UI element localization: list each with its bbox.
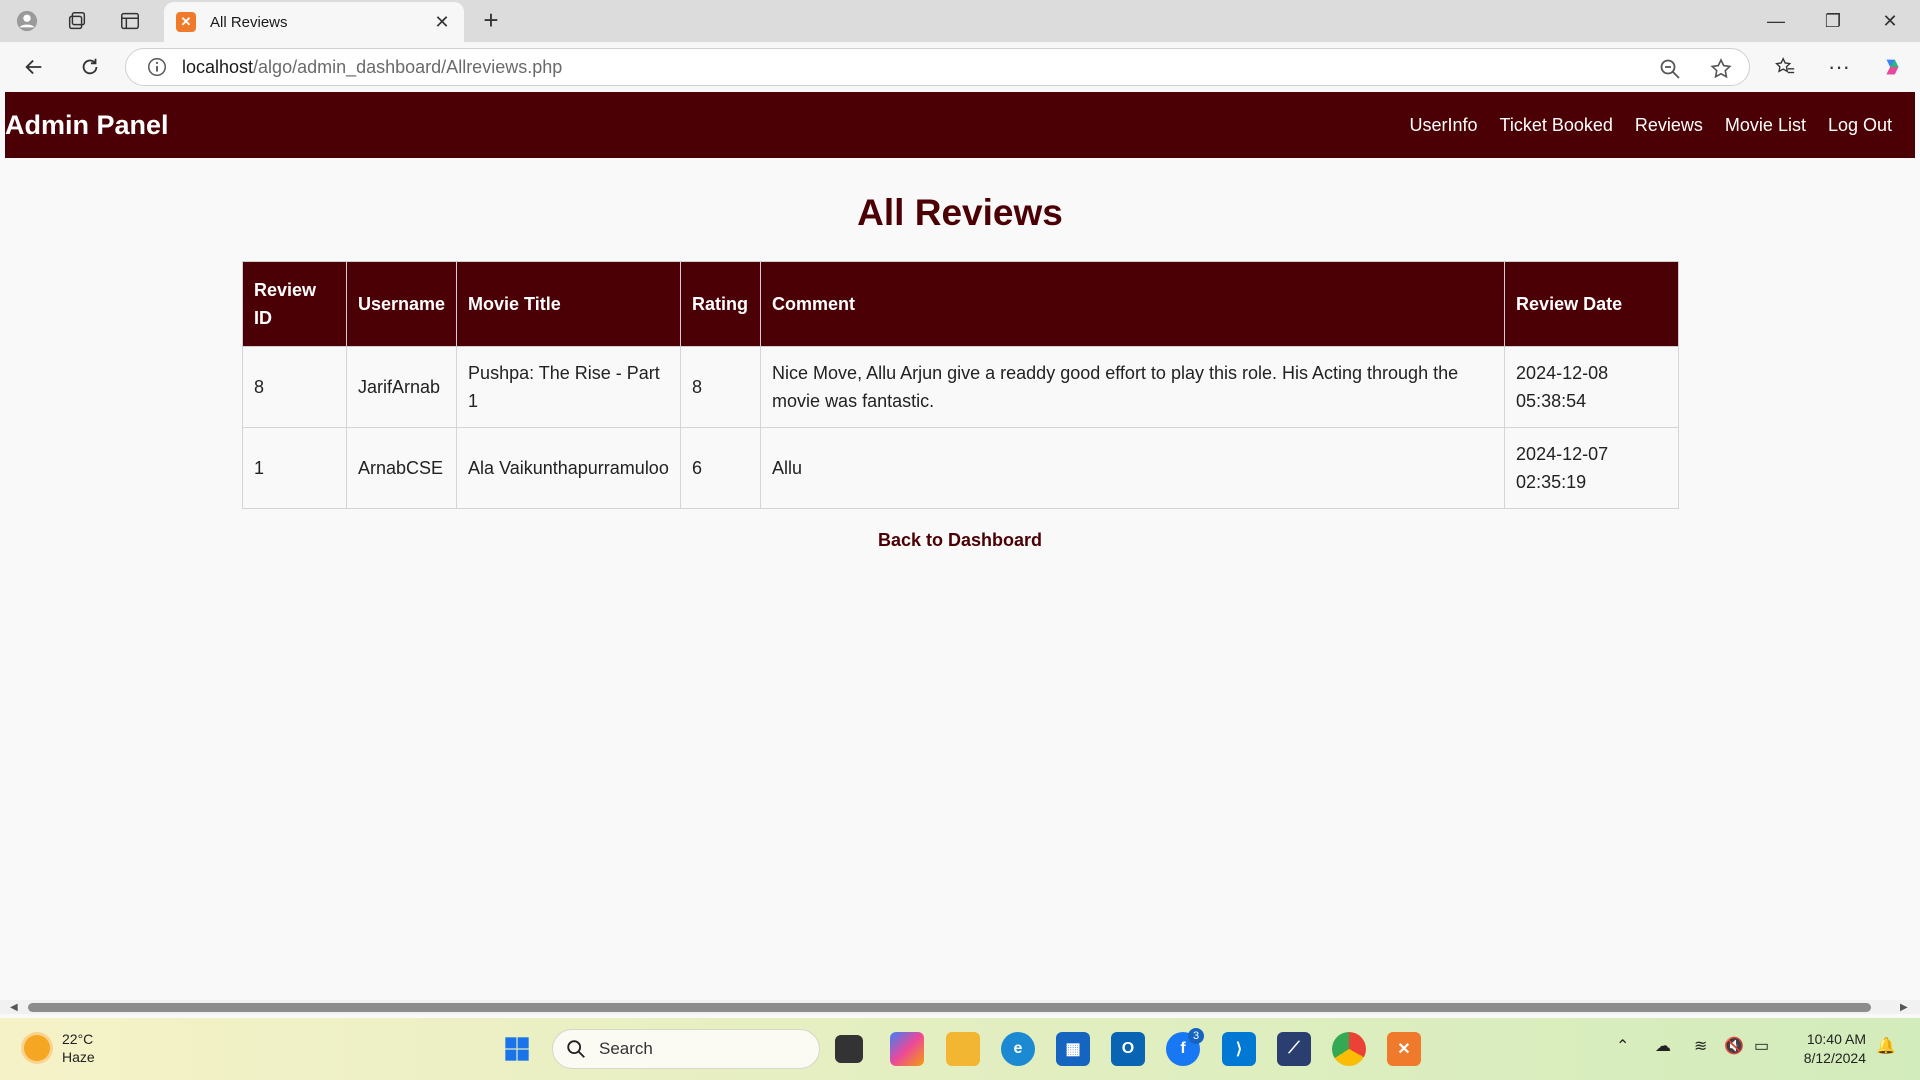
col-review-id: Review ID <box>242 261 347 347</box>
close-window-icon[interactable]: ✕ <box>1862 0 1918 42</box>
cell-movie-title: Ala Vaikunthapurramuloo <box>456 427 682 509</box>
admin-navbar: Admin Panel UserInfo Ticket Booked Revie… <box>5 92 1915 158</box>
brand-title: Admin Panel <box>5 109 169 140</box>
refresh-icon[interactable] <box>74 52 106 82</box>
xampp-icon[interactable]: ✕ <box>1387 1032 1421 1066</box>
vertical-tabs-icon[interactable] <box>115 7 145 35</box>
notifications-bell-icon[interactable]: 🔔 <box>1876 1036 1896 1056</box>
favorites-icon[interactable] <box>1769 52 1801 82</box>
nav-userinfo[interactable]: UserInfo <box>1398 115 1488 136</box>
nav-ticket-booked[interactable]: Ticket Booked <box>1489 115 1624 136</box>
cell-rating: 8 <box>680 346 762 428</box>
vscode-icon[interactable]: ⟩ <box>1222 1032 1256 1066</box>
zoom-out-icon[interactable] <box>1658 57 1682 81</box>
scroll-left-icon[interactable]: ◀ <box>10 1002 18 1013</box>
clock-time: 10:40 AM <box>1806 1031 1866 1047</box>
battery-icon[interactable]: ▭ <box>1754 1036 1769 1056</box>
cell-comment: Nice Move, Allu Arjun give a readdy good… <box>760 346 1506 428</box>
file-explorer-icon[interactable] <box>946 1032 980 1066</box>
wifi-icon[interactable]: ≋ <box>1694 1036 1707 1056</box>
xampp-favicon-icon: ✕ <box>176 12 196 32</box>
back-link-container: Back to Dashboard <box>5 530 1915 551</box>
cell-review-date: 2024-12-07 02:35:19 <box>1504 427 1679 509</box>
close-tab-icon[interactable]: ✕ <box>432 12 452 32</box>
temperature: 22°C <box>62 1031 94 1047</box>
browser-toolbar: localhost/algo/admin_dashboard/Allreview… <box>0 42 1920 92</box>
search-icon <box>567 1040 585 1058</box>
cell-comment: Allu <box>760 427 1506 509</box>
copilot-app-icon[interactable] <box>890 1032 924 1066</box>
scrollbar-thumb[interactable] <box>28 1003 1871 1012</box>
url-text: localhost/algo/admin_dashboard/Allreview… <box>182 56 563 77</box>
back-icon[interactable] <box>18 52 50 82</box>
col-comment: Comment <box>760 261 1506 347</box>
edge-icon[interactable]: e <box>1001 1032 1035 1066</box>
taskbar-search[interactable]: Search <box>552 1029 820 1069</box>
horizontal-scrollbar[interactable]: ◀ ▶ <box>0 1000 1920 1014</box>
cell-review-id: 8 <box>242 346 347 428</box>
app-window-icon[interactable]: ⟋ <box>1277 1032 1311 1066</box>
clock-date: 8/12/2024 <box>1803 1050 1866 1066</box>
windows-taskbar: 22°C Haze Search e ▦ O f 3 ⟩ ⟋ ✕ ⌃ ☁ ≋ 🔇… <box>0 1018 1920 1080</box>
page-viewport: Admin Panel UserInfo Ticket Booked Revie… <box>5 92 1915 1000</box>
favorite-star-icon[interactable] <box>1709 57 1733 81</box>
col-rating: Rating <box>680 261 762 347</box>
profile-icon[interactable] <box>12 7 42 35</box>
cell-rating: 6 <box>680 427 762 509</box>
search-placeholder: Search <box>599 1039 653 1058</box>
nav-links: UserInfo Ticket Booked Reviews Movie Lis… <box>1398 115 1903 136</box>
cell-movie-title: Pushpa: The Rise - Part 1 <box>456 346 682 428</box>
table-row: 1 ArnabCSE Ala Vaikunthapurramuloo 6 All… <box>242 427 1679 509</box>
browser-tab-strip: ✕ All Reviews ✕ + — ❐ ✕ <box>0 0 1920 42</box>
task-view-icon[interactable] <box>835 1035 863 1063</box>
col-review-date: Review Date <box>1504 261 1679 347</box>
back-to-dashboard-link[interactable]: Back to Dashboard <box>878 530 1042 550</box>
minimize-icon[interactable]: — <box>1748 0 1804 42</box>
nav-movie-list[interactable]: Movie List <box>1714 115 1817 136</box>
cell-review-date: 2024-12-08 05:38:54 <box>1504 346 1679 428</box>
chrome-icon[interactable] <box>1332 1032 1366 1066</box>
weather-widget[interactable]: 22°C Haze <box>24 1030 95 1066</box>
sun-haze-icon <box>24 1035 50 1061</box>
cell-username: JarifArnab <box>345 346 458 428</box>
notification-badge: 3 <box>1188 1028 1204 1044</box>
tab-title: All Reviews <box>210 13 288 31</box>
weather-condition: Haze <box>62 1049 95 1065</box>
nav-reviews[interactable]: Reviews <box>1624 115 1714 136</box>
onedrive-icon[interactable]: ☁ <box>1655 1036 1671 1056</box>
clock[interactable]: 10:40 AM 8/12/2024 <box>1798 1030 1866 1068</box>
start-icon[interactable] <box>500 1032 534 1066</box>
scroll-right-icon[interactable]: ▶ <box>1900 1002 1908 1013</box>
workspaces-icon[interactable] <box>62 7 92 35</box>
new-tab-button[interactable]: + <box>478 7 504 34</box>
address-bar[interactable]: localhost/algo/admin_dashboard/Allreview… <box>125 48 1750 86</box>
volume-muted-icon[interactable]: 🔇 <box>1724 1036 1744 1056</box>
restore-icon[interactable]: ❐ <box>1805 0 1861 42</box>
site-info-icon[interactable] <box>146 56 168 78</box>
col-movie-title: Movie Title <box>456 261 682 347</box>
show-hidden-icons[interactable]: ⌃ <box>1616 1036 1629 1056</box>
col-username: Username <box>345 261 458 347</box>
outlook-icon[interactable]: O <box>1111 1032 1145 1066</box>
page-title: All Reviews <box>857 192 1063 233</box>
more-options-icon[interactable]: ··· <box>1823 52 1855 82</box>
store-icon[interactable]: ▦ <box>1056 1032 1090 1066</box>
active-tab[interactable]: ✕ All Reviews ✕ <box>164 2 464 42</box>
table-header-row: Review ID Username Movie Title Rating Co… <box>242 261 1679 347</box>
reviews-table: Review ID Username Movie Title Rating Co… <box>242 261 1679 509</box>
nav-log-out[interactable]: Log Out <box>1817 115 1903 136</box>
copilot-icon[interactable] <box>1876 52 1908 82</box>
table-row: 8 JarifArnab Pushpa: The Rise - Part 1 8… <box>242 346 1679 428</box>
cell-review-id: 1 <box>242 427 347 509</box>
cell-username: ArnabCSE <box>345 427 458 509</box>
